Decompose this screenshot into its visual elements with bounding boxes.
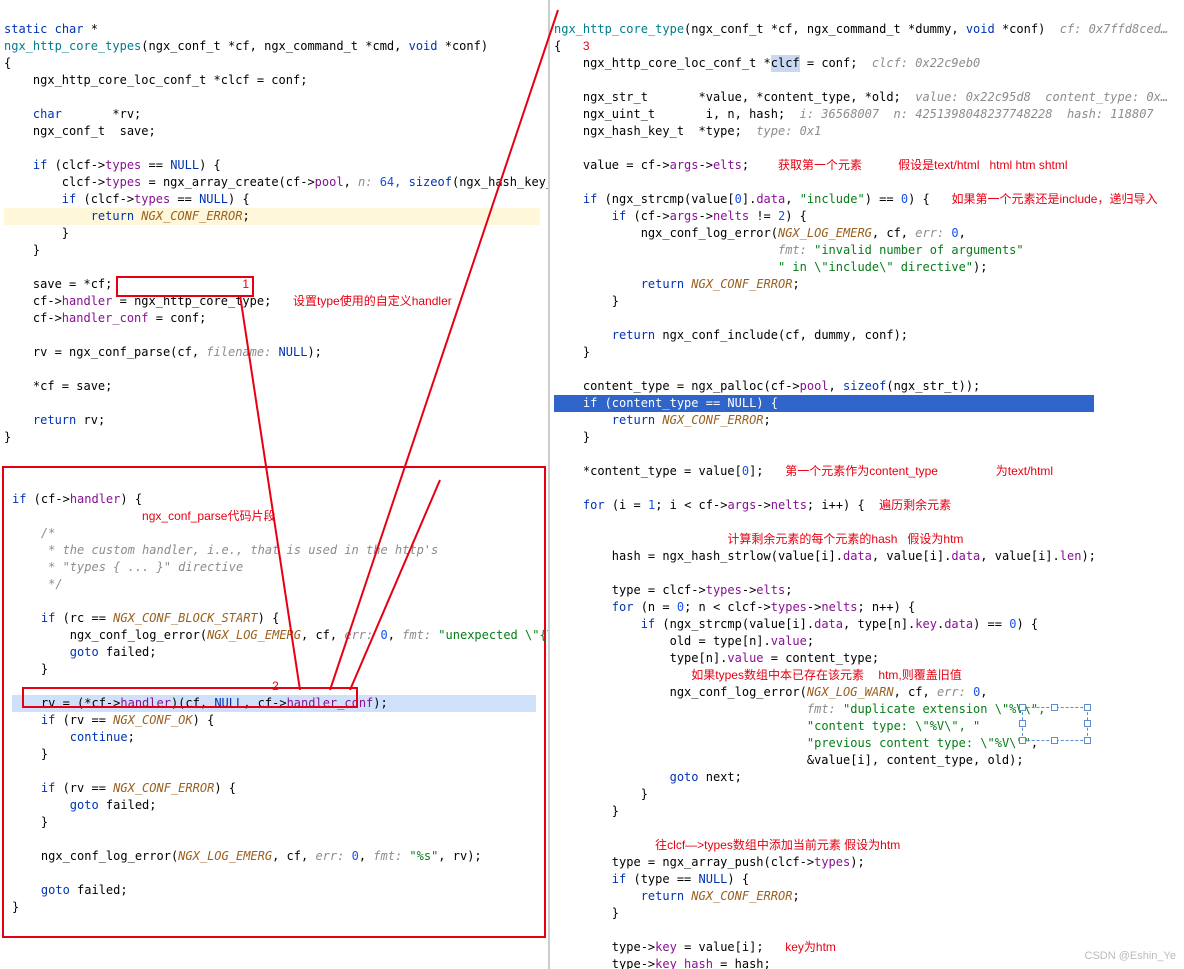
label-3: 3 — [583, 39, 590, 53]
resize-handle[interactable] — [1051, 737, 1058, 744]
watermark: CSDN @Eshin_Ye — [1085, 948, 1176, 965]
fragment-box: if (cf->handler) { ngx_conf_parse代码片段 /*… — [2, 466, 546, 938]
label-1: 1 — [242, 277, 249, 291]
resize-handle[interactable] — [1019, 720, 1026, 727]
right-code-pane: ngx_http_core_type(ngx_conf_t *cf, ngx_c… — [550, 0, 1184, 969]
resize-handle[interactable] — [1019, 737, 1026, 744]
fragment-title: ngx_conf_parse代码片段 — [142, 509, 275, 523]
selection-box[interactable] — [1022, 707, 1088, 741]
resize-handle[interactable] — [1051, 704, 1058, 711]
fragment-code: if (cf->handler) { ngx_conf_parse代码片段 /*… — [4, 468, 544, 939]
left-code-pane: static char * ngx_http_core_types(ngx_co… — [0, 0, 550, 969]
left-code: static char * ngx_http_core_types(ngx_co… — [0, 0, 548, 467]
right-code: ngx_http_core_type(ngx_conf_t *cf, ngx_c… — [550, 0, 1184, 969]
label-2: 2 — [272, 679, 279, 693]
note-set-handler: 设置type使用的自定义handler — [293, 294, 452, 308]
resize-handle[interactable] — [1084, 737, 1091, 744]
fn-name: ngx_http_core_types — [4, 39, 141, 53]
resize-handle[interactable] — [1019, 704, 1026, 711]
right-fn-name: ngx_http_core_type — [554, 22, 684, 36]
resize-handle[interactable] — [1084, 720, 1091, 727]
resize-handle[interactable] — [1084, 704, 1091, 711]
kw-static: static — [4, 22, 47, 36]
